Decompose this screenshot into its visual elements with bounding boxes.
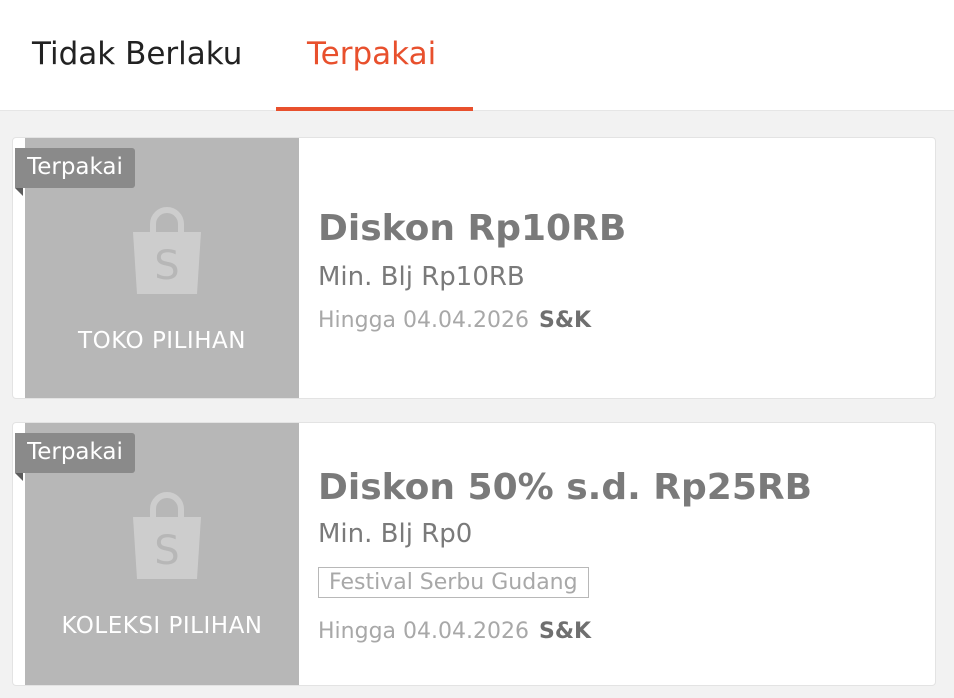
tab-tidak-berlaku[interactable]: Tidak Berlaku <box>32 34 242 74</box>
voucher-expiry: Hingga 04.04.2026 S&K <box>318 619 591 644</box>
perforated-edge <box>19 463 31 675</box>
shopee-bag-icon: S <box>133 207 201 294</box>
tab-bar: Tidak Berlaku Terpakai <box>0 0 954 111</box>
terms-link[interactable]: S&K <box>539 619 591 644</box>
used-badge: Terpakai <box>15 433 135 481</box>
voucher-expiry-date: Hingga 04.04.2026 <box>318 308 529 333</box>
tab-terpakai[interactable]: Terpakai <box>307 34 436 74</box>
voucher-min-spend: Min. Blj Rp0 <box>318 519 473 549</box>
voucher-card[interactable]: S TOKO PILIHAN Diskon Rp10RB Min. Blj Rp… <box>12 137 936 399</box>
used-badge: Terpakai <box>15 148 135 196</box>
voucher-shop-label: KOLEKSI PILIHAN <box>61 613 263 639</box>
perforated-edge <box>19 178 31 388</box>
voucher-title: Diskon 50% s.d. Rp25RB <box>318 467 813 508</box>
shopee-bag-icon: S <box>133 492 201 579</box>
terms-link[interactable]: S&K <box>539 308 591 333</box>
voucher-min-spend: Min. Blj Rp10RB <box>318 262 525 292</box>
voucher-expiry-date: Hingga 04.04.2026 <box>318 619 529 644</box>
voucher-expiry: Hingga 04.04.2026 S&K <box>318 308 591 333</box>
voucher-title: Diskon Rp10RB <box>318 208 627 249</box>
active-tab-indicator <box>276 107 473 111</box>
svg-text:S: S <box>154 528 179 574</box>
voucher-campaign-tag: Festival Serbu Gudang <box>318 567 589 598</box>
svg-text:S: S <box>154 243 179 289</box>
voucher-card[interactable]: S KOLEKSI PILIHAN Diskon 50% s.d. Rp25RB… <box>12 422 936 686</box>
voucher-shop-label: TOKO PILIHAN <box>78 328 246 354</box>
